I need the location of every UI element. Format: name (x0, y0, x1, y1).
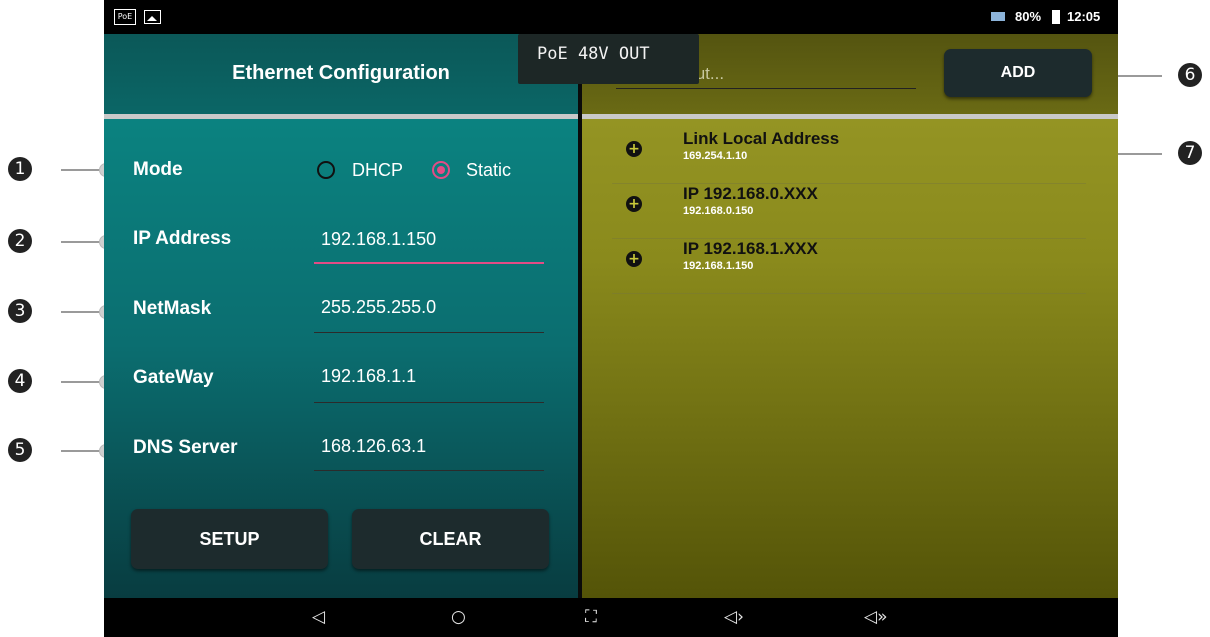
page-title: Ethernet Configuration (232, 62, 450, 84)
add-circle-icon[interactable]: + (626, 251, 642, 267)
list-item[interactable]: + Link Local Address 169.254.1.10 (612, 129, 1086, 184)
mode-label: Mode (133, 159, 183, 180)
callout-number: 1 (8, 157, 32, 181)
callout-number: 7 (1178, 141, 1202, 165)
callout-leader-line (1116, 153, 1162, 155)
radio-static-label[interactable]: Static (466, 160, 511, 181)
netmask-input[interactable]: 255.255.255.0 (321, 297, 436, 318)
volume-up-icon[interactable]: ◁» (864, 607, 887, 627)
image-notification-icon (144, 10, 161, 24)
list-item-title: IP 192.168.1.XXX (683, 239, 818, 258)
gateway-underline (314, 402, 544, 403)
radio-dhcp-label[interactable]: DHCP (352, 160, 403, 181)
divider (104, 114, 578, 119)
back-icon[interactable]: ◁ (312, 607, 325, 627)
clock: 12:05 (1067, 9, 1101, 24)
callout-number: 4 (8, 369, 32, 393)
callout-number: 5 (8, 438, 32, 462)
callout-number: 6 (1178, 63, 1202, 87)
home-icon[interactable]: ○ (451, 607, 466, 627)
add-button[interactable]: ADD (944, 49, 1092, 97)
list-item[interactable]: + IP 192.168.0.XXX 192.168.0.150 (612, 184, 1086, 239)
list-item-title: IP 192.168.0.XXX (683, 184, 818, 203)
dns-server-label: DNS Server (133, 437, 238, 458)
navigation-bar: ◁ ○ ⛶ ◁› ◁» (104, 598, 1118, 637)
radio-static[interactable] (432, 161, 450, 179)
netmask-underline (314, 332, 544, 333)
ip-address-underline (314, 262, 544, 264)
battery-icon (1052, 10, 1060, 24)
list-item[interactable]: + IP 192.168.1.XXX 192.168.1.150 (612, 239, 1086, 294)
ip-address-label: IP Address (133, 228, 232, 249)
list-item-subtitle: 192.168.0.150 (683, 205, 754, 217)
poe-output-toast: PoE 48V OUT (518, 34, 699, 84)
battery-percent: 80% (1015, 9, 1042, 24)
gateway-input[interactable]: 192.168.1.1 (321, 366, 416, 387)
ethernet-icon (991, 12, 1005, 21)
ethernet-config-panel: Ethernet Configuration Mode DHCP Static … (104, 34, 578, 598)
add-circle-icon[interactable]: + (626, 141, 642, 157)
netmask-label: NetMask (133, 298, 212, 319)
callout-number: 3 (8, 299, 32, 323)
dns-server-input[interactable]: 168.126.63.1 (321, 436, 426, 457)
volume-down-icon[interactable]: ◁› (724, 607, 744, 627)
callout-number: 2 (8, 229, 32, 253)
list-item-subtitle: 169.254.1.10 (683, 150, 748, 162)
poe-status-icon: PoE (114, 9, 136, 25)
radio-dhcp[interactable] (317, 161, 335, 179)
setup-button[interactable]: SETUP (131, 509, 328, 569)
tablet-screen: PoE 80% 12:05 Ethernet Configuration Mod… (104, 0, 1118, 637)
list-item-title: Link Local Address (683, 129, 840, 148)
dns-server-underline (314, 470, 544, 471)
ip-address-input[interactable]: 192.168.1.150 (321, 229, 436, 250)
add-circle-icon[interactable]: + (626, 196, 642, 212)
list-item-subtitle: 192.168.1.150 (683, 260, 754, 272)
address-list-panel: ADD + Link Local Address 169.254.1.10 + … (582, 34, 1118, 598)
divider (582, 114, 1118, 119)
gateway-label: GateWay (133, 367, 214, 388)
clear-button[interactable]: CLEAR (352, 509, 549, 569)
callout-leader-line (1116, 75, 1162, 77)
status-bar: PoE 80% 12:05 (104, 0, 1118, 34)
panel-header: Ethernet Configuration (104, 34, 578, 114)
screenshot-icon[interactable]: ⛶ (585, 607, 597, 627)
